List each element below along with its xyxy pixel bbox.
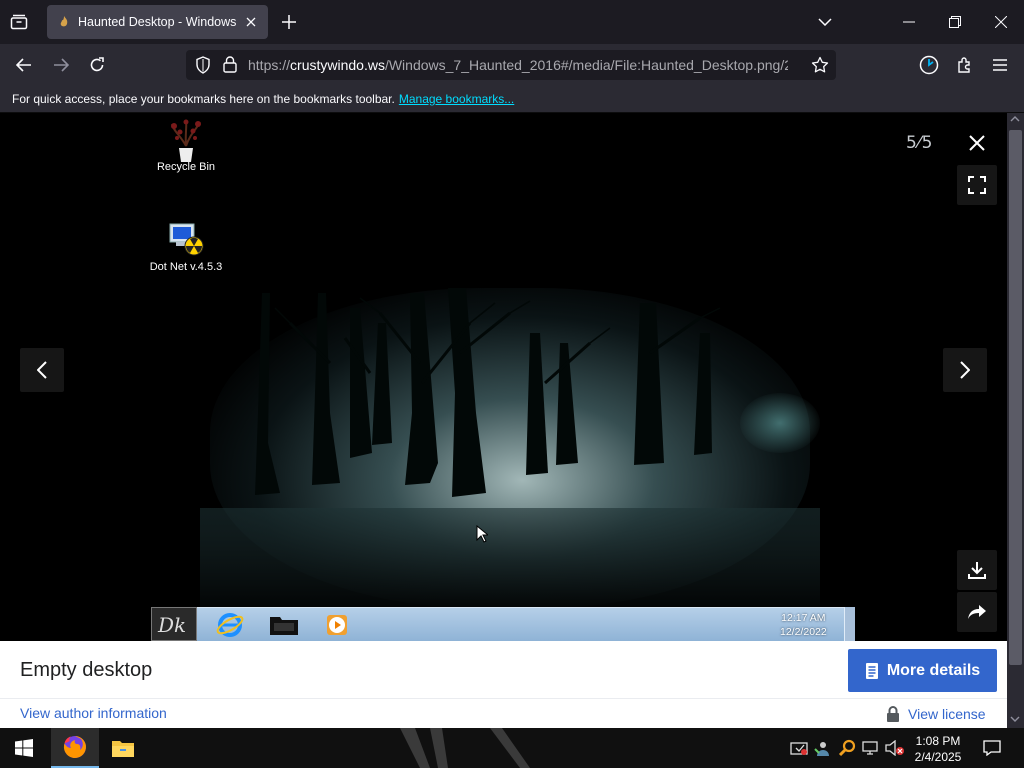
tray-volume-muted-icon[interactable] — [885, 738, 905, 758]
taskbar-wallpaper-strip — [330, 728, 560, 768]
lock-icon[interactable] — [223, 56, 237, 73]
close-window-icon[interactable] — [990, 12, 1012, 32]
system-clock[interactable]: 1:08 PM 2/4/2025 — [905, 733, 971, 765]
screenshot-taskbar — [151, 607, 855, 641]
bookmarks-toolbar: For quick access, place your bookmarks h… — [0, 86, 1024, 113]
tab-close-icon[interactable] — [243, 14, 259, 30]
url-path: /Windows_7_Haunted_2016#/media/File:Haun… — [384, 57, 788, 73]
system-date: 2/4/2025 — [914, 750, 962, 764]
screenshot-time: 12:17 AM — [781, 612, 826, 624]
screenshot-folder-icon — [269, 614, 299, 636]
url-scheme: https:// — [248, 57, 291, 73]
browser-tab[interactable]: Haunted Desktop - Windows 7 — [47, 5, 268, 39]
windows-start-icon[interactable] — [0, 728, 48, 768]
license-lock-icon — [886, 706, 900, 722]
more-details-button[interactable]: More details — [848, 649, 997, 692]
taskbar-file-explorer-icon[interactable] — [99, 728, 147, 768]
tray-network-icon[interactable] — [861, 738, 881, 758]
taskbar-firefox-icon[interactable] — [51, 728, 99, 768]
screenshot-show-desktop — [844, 607, 855, 641]
dot-net-installer-icon — [166, 218, 206, 258]
app-menu-icon[interactable] — [989, 54, 1011, 76]
screenshot-date: 12/2/2022 — [780, 626, 827, 638]
tray-network-share-icon[interactable] — [813, 738, 833, 758]
cursor-icon — [476, 525, 488, 543]
image-title: Empty desktop — [20, 659, 153, 681]
recycle-bin-icon — [166, 118, 206, 162]
more-details-label: More details — [886, 661, 981, 679]
minimize-icon[interactable] — [898, 12, 920, 32]
media-viewer: Recycle Bin Dot Net v.4.5.3 Dk 12:17 AM … — [0, 113, 1007, 728]
action-center-icon[interactable] — [982, 738, 1002, 758]
extensions-icon[interactable] — [953, 53, 977, 77]
back-icon[interactable] — [12, 54, 36, 76]
system-time: 1:08 PM — [915, 734, 961, 748]
reload-icon[interactable] — [85, 54, 109, 76]
new-tab-icon[interactable] — [279, 12, 299, 32]
screenshot-clock: 12:17 AM 12/2/2022 — [780, 611, 827, 639]
bookmark-star-icon[interactable] — [810, 55, 830, 75]
tab-overview-icon[interactable] — [8, 11, 30, 33]
scroll-down-icon[interactable] — [1010, 715, 1020, 723]
manage-bookmarks-link[interactable]: Manage bookmarks... — [399, 92, 514, 106]
recycle-bin-label: Recycle Bin — [156, 161, 216, 173]
forward-icon[interactable] — [49, 54, 73, 76]
close-viewer-icon[interactable] — [957, 123, 997, 163]
desktop-icon-recycle-bin: Recycle Bin — [146, 118, 226, 174]
info-divider — [0, 698, 1007, 699]
image-info-panel: Empty desktop More details View author i… — [0, 641, 1007, 728]
tracking-protection-shield-icon[interactable] — [195, 56, 211, 74]
url-bar[interactable]: https://crustywindo.ws/Windows_7_Haunted… — [186, 50, 836, 80]
scroll-up-icon[interactable] — [1010, 115, 1020, 123]
tray-search-icon[interactable] — [837, 738, 857, 758]
view-author-link[interactable]: View author information — [20, 705, 167, 721]
tab-title: Haunted Desktop - Windows 7 — [78, 15, 240, 29]
tab-bar: Haunted Desktop - Windows 7 — [0, 0, 1024, 44]
svg-text:Dk: Dk — [157, 613, 186, 637]
download-icon[interactable] — [957, 550, 997, 590]
url-text[interactable]: https://crustywindo.ws/Windows_7_Haunted… — [248, 57, 788, 73]
screenshot-start-orb-icon: Dk — [151, 607, 197, 641]
slide-counter: 5⁄5 — [906, 133, 934, 153]
view-license-link[interactable]: View license — [886, 706, 986, 722]
url-host: crustywindo.ws — [290, 57, 385, 73]
desktop-icon-dot-net: Dot Net v.4.5.3 — [146, 218, 226, 274]
share-icon[interactable] — [957, 592, 997, 632]
license-label: View license — [908, 706, 986, 722]
bookmarks-message: For quick access, place your bookmarks h… — [12, 92, 395, 106]
fullscreen-icon[interactable] — [957, 165, 997, 205]
tray-security-icon[interactable] — [789, 738, 809, 758]
document-icon — [865, 662, 879, 680]
scrollbar-thumb[interactable] — [1009, 130, 1022, 665]
media-player-icon — [325, 613, 349, 637]
tab-favicon-icon — [58, 15, 70, 29]
dot-net-label: Dot Net v.4.5.3 — [149, 261, 223, 273]
list-all-tabs-icon[interactable] — [815, 12, 835, 32]
restore-icon[interactable] — [944, 12, 966, 32]
account-sync-icon[interactable] — [917, 53, 941, 77]
next-image-icon[interactable] — [943, 348, 987, 392]
internet-explorer-icon — [215, 611, 245, 639]
previous-image-icon[interactable] — [20, 348, 64, 392]
